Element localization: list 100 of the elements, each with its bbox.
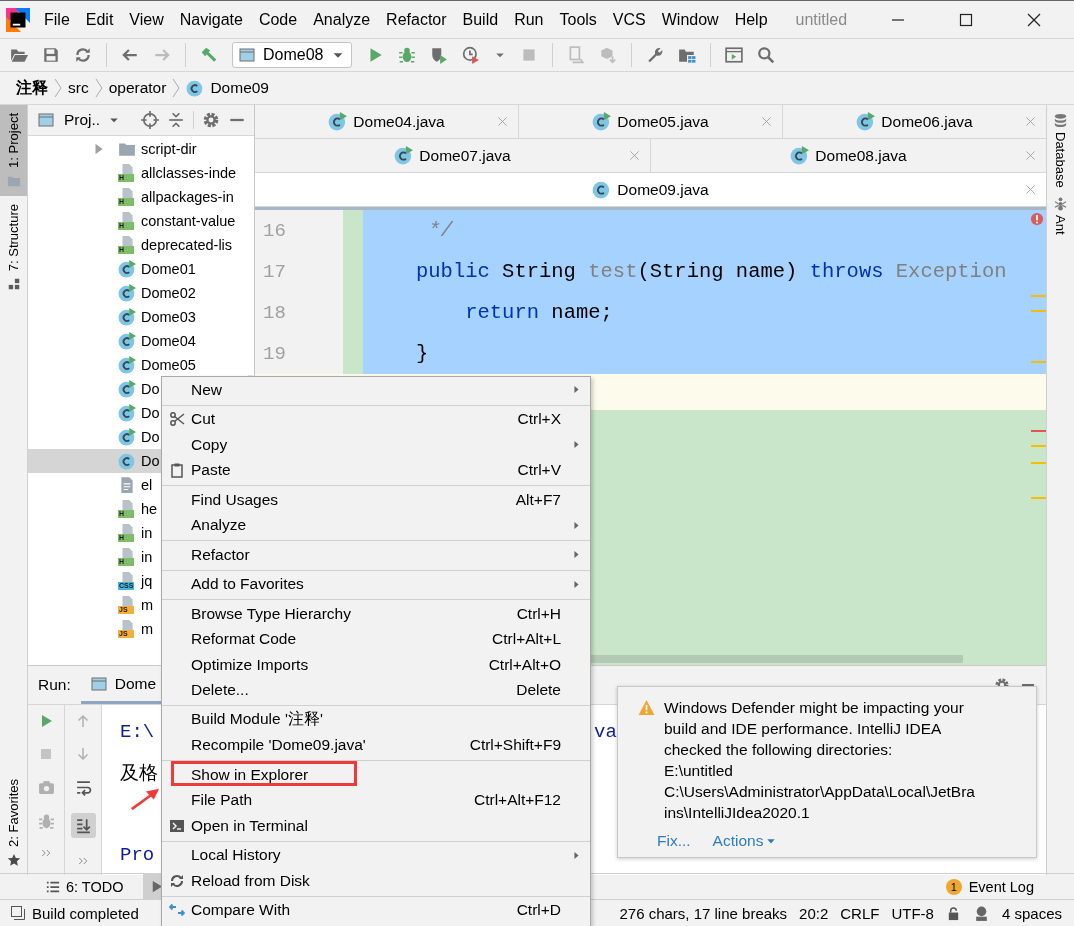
change-marker[interactable] [343, 333, 363, 374]
menu-item[interactable]: Run [514, 10, 544, 29]
menu-item[interactable]: VCS [612, 10, 646, 29]
tree-item[interactable]: Dome01 [28, 257, 254, 281]
menu-item[interactable]: Open in Terminal [162, 813, 590, 839]
code-line: return name; [464, 301, 613, 324]
menu-item[interactable]: Help [734, 10, 768, 29]
menu-item[interactable]: New [162, 377, 590, 403]
locate-icon[interactable] [141, 111, 159, 129]
status-item[interactable]: 4 spaces [1001, 904, 1062, 922]
camera-icon[interactable] [37, 779, 55, 796]
close-icon[interactable] [1026, 11, 1042, 28]
tool-window-tab[interactable]: 1: Project [0, 105, 27, 196]
status-item[interactable]: 276 chars, 17 line breaks [619, 904, 788, 922]
menu-item[interactable]: Show in Explorer [162, 762, 590, 788]
status-item[interactable]: CRLF [840, 904, 880, 922]
menu-item[interactable]: Local History [162, 842, 590, 868]
breadcrumb-item[interactable]: operator [108, 79, 167, 97]
close-tab-icon[interactable] [761, 116, 772, 127]
menu-item[interactable]: View [129, 10, 164, 29]
line-number: 19 [262, 342, 286, 365]
tree-item[interactable]: Dome04 [28, 329, 254, 353]
menu-item[interactable]: Cut Ctrl+X [162, 406, 590, 432]
open-folder-icon[interactable] [10, 46, 28, 64]
menu-item[interactable]: Build [462, 10, 499, 29]
profile-clock-icon[interactable] [462, 46, 481, 64]
status-item[interactable]: UTF-8 [891, 904, 934, 922]
menu-item[interactable]: Refactor [386, 10, 447, 29]
run-window-icon[interactable] [725, 46, 744, 64]
window-icon [239, 47, 255, 63]
error-icon[interactable] [1030, 212, 1044, 226]
settings-wrench-icon[interactable] [646, 46, 665, 64]
notification-count: 1 [945, 878, 962, 895]
menu-item[interactable]: File [44, 10, 70, 29]
menu-item[interactable]: Reload from Disk [162, 868, 590, 894]
folder-icon [118, 140, 136, 158]
run-config-dropdown[interactable]: Dome08 [232, 42, 353, 68]
collapse-all-icon[interactable] [167, 111, 185, 129]
ant-icon [1053, 195, 1068, 211]
close-tab-icon[interactable] [629, 150, 640, 161]
maximize-icon[interactable] [958, 11, 974, 28]
bug-icon[interactable] [37, 813, 55, 830]
breadcrumb-separator-icon [54, 78, 62, 98]
breadcrumb-item[interactable]: Dome09 [210, 79, 269, 97]
menu-item[interactable]: Code [258, 10, 298, 29]
sync-icon[interactable] [74, 46, 92, 64]
more-icon[interactable] [40, 847, 52, 859]
tool-window-tab[interactable]: Ant [1047, 195, 1074, 235]
menu-item[interactable]: Edit [85, 10, 114, 29]
menu-item[interactable]: Analyze [313, 10, 371, 29]
menu-item[interactable]: Compare With Ctrl+D [162, 897, 590, 923]
debug-bug-icon[interactable] [398, 46, 417, 64]
menu-item[interactable]: Find Usages Alt+F7 [162, 487, 590, 513]
project-structure-icon[interactable] [678, 46, 697, 64]
tool-window-tab[interactable]: 2: Favorites [0, 771, 27, 875]
tree-item[interactable]: script-dir [28, 137, 254, 161]
menu-item[interactable]: Tools [559, 10, 597, 29]
notification-link[interactable]: Fix... [657, 832, 691, 850]
stop-icon[interactable] [38, 746, 54, 762]
menu-item[interactable]: Build Module '注释' [162, 707, 590, 733]
settings-icon[interactable] [202, 111, 220, 129]
menu-item[interactable]: Add to Favorites [162, 571, 590, 597]
tree-item[interactable]: Dome03 [28, 305, 254, 329]
editor-tab[interactable]: Dome09.java [255, 173, 1046, 206]
menu-item[interactable]: File Path Ctrl+Alt+F12 [162, 787, 590, 813]
database-icon [1053, 113, 1068, 128]
status-item[interactable]: 20:2 [799, 904, 829, 922]
notification-link[interactable]: Actions [712, 832, 777, 850]
tool-window-tab[interactable]: 7: Structure [0, 195, 27, 300]
close-tab-icon[interactable] [1025, 184, 1036, 195]
annotation-arrow [130, 786, 160, 811]
tree-item[interactable]: Dome05 [28, 353, 254, 377]
event-log-button[interactable]: 1 Event Log [945, 878, 1034, 895]
build-hammer-icon[interactable] [200, 46, 218, 64]
down-arrow-icon[interactable] [75, 746, 91, 762]
menu-item[interactable]: Reformat Code Ctrl+Alt+L [162, 626, 590, 652]
menu-item[interactable]: Window [661, 10, 719, 29]
breadcrumb-item[interactable]: 注释 [16, 77, 48, 99]
close-tab-icon[interactable] [1025, 150, 1036, 161]
status-square-icon[interactable] [10, 905, 26, 921]
save-icon[interactable] [42, 46, 60, 64]
search-icon[interactable] [757, 46, 776, 64]
up-arrow-icon[interactable] [75, 713, 91, 729]
coverage-icon[interactable] [430, 46, 449, 64]
menu-item[interactable]: Recompile 'Dome09.java' Ctrl+Shift+F9 [162, 732, 590, 758]
tool-window-tab[interactable]: Database [1047, 113, 1074, 188]
tree-item[interactable]: Dome02 [28, 281, 254, 305]
change-marker[interactable] [343, 210, 363, 251]
panel-title[interactable]: Proj.. [64, 111, 101, 129]
menu-item[interactable]: Navigate [179, 10, 243, 29]
soft-wrap-icon[interactable] [74, 779, 92, 796]
tool-tab[interactable]: 6: TODO [40, 874, 130, 899]
close-tab-icon[interactable] [497, 116, 508, 127]
menu-item[interactable]: Browse Type Hierarchy Ctrl+H [162, 601, 590, 627]
menu-item[interactable]: Refactor [162, 542, 590, 568]
menu-item[interactable]: Analyze [162, 512, 590, 538]
scroll-to-end-button[interactable] [70, 813, 96, 838]
breadcrumb-item[interactable]: src [68, 79, 89, 97]
close-tab-icon[interactable] [1025, 116, 1036, 127]
more-icon[interactable] [77, 855, 89, 867]
